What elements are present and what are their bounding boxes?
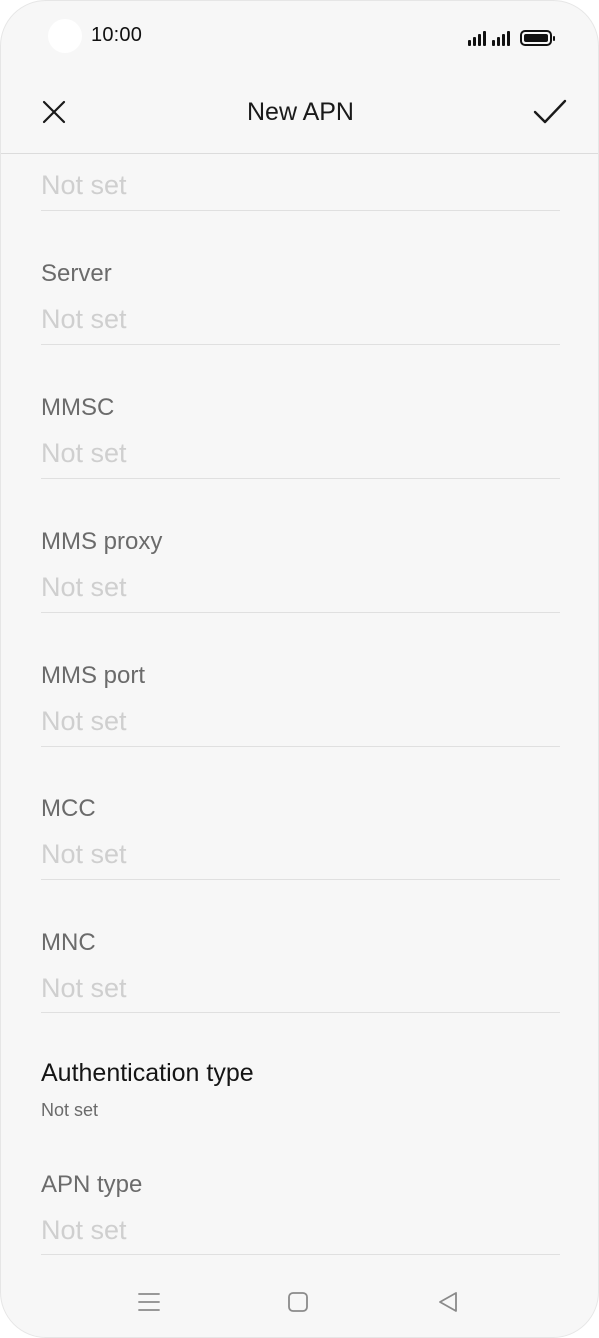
field-value[interactable]: Not set <box>41 438 127 469</box>
status-bar: 10:00 <box>1 1 598 71</box>
field-label: MCC <box>41 795 96 822</box>
field-value: Not set <box>41 170 127 200</box>
signal-icon <box>492 30 510 46</box>
field-divider <box>41 210 560 211</box>
field-label: MMS port <box>41 662 146 689</box>
front-camera <box>48 19 82 53</box>
field-label: MMS proxy <box>41 528 163 555</box>
battery-icon <box>520 30 555 46</box>
field-divider <box>41 879 560 880</box>
field-divider <box>41 1254 560 1255</box>
app-bar: New APN <box>1 71 598 154</box>
field-divider <box>41 478 560 479</box>
field-label: Server <box>41 260 112 287</box>
phone-screen: 10:00 New APN Not set Server Not set MMS… <box>0 0 599 1338</box>
navigation-bar <box>1 1271 598 1333</box>
checkmark-icon <box>533 99 567 124</box>
field-divider <box>41 612 560 613</box>
field-value[interactable]: Not set <box>41 572 127 603</box>
field-divider <box>41 1012 560 1013</box>
status-icons <box>468 26 555 46</box>
page-title: New APN <box>247 98 354 126</box>
status-time: 10:00 <box>91 24 143 46</box>
field-value[interactable]: Not set <box>41 1215 127 1246</box>
back-icon <box>439 1292 457 1312</box>
field-label: APN type <box>41 1171 143 1198</box>
home-button[interactable] <box>283 1287 313 1317</box>
menu-icon <box>138 1293 160 1311</box>
field-divider <box>41 344 560 345</box>
select-value: Not set <box>41 1100 99 1120</box>
back-button[interactable] <box>433 1287 463 1317</box>
select-label: Authentication type <box>41 1059 254 1087</box>
field-value[interactable]: Not set <box>41 973 127 1004</box>
signal-icon <box>468 30 486 46</box>
field-value[interactable]: Not set <box>41 706 127 737</box>
field-divider <box>41 746 560 747</box>
battery-level <box>524 34 548 42</box>
field-label: MMSC <box>41 394 115 421</box>
field-value[interactable]: Not set <box>41 839 127 870</box>
home-icon <box>288 1292 308 1312</box>
field-value[interactable]: Not set <box>41 304 127 335</box>
save-button[interactable] <box>530 92 570 132</box>
recents-button[interactable] <box>134 1287 164 1317</box>
field-label: MNC <box>41 929 96 956</box>
